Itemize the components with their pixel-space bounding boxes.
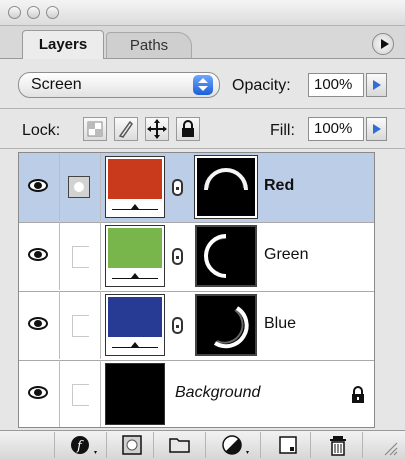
fill-layer-icon	[108, 201, 162, 215]
link-chain-icon[interactable]	[172, 179, 183, 196]
divider	[362, 432, 363, 458]
fill-field[interactable]: 100%	[308, 117, 364, 141]
mask-indicator-cell[interactable]	[60, 153, 101, 221]
all-lock-icon[interactable]	[176, 117, 200, 141]
layer-thumbnail[interactable]	[105, 225, 165, 287]
blend-mode-select[interactable]: Screen	[18, 72, 220, 98]
add-mask-icon[interactable]	[118, 433, 146, 457]
divider	[205, 432, 206, 458]
layer-mask-thumbnail[interactable]	[195, 225, 257, 287]
minimize-window-button[interactable]	[27, 6, 40, 19]
link-chain-icon[interactable]	[172, 248, 183, 265]
divider	[106, 432, 107, 458]
fill-label: Fill:	[270, 122, 295, 139]
move-lock-icon[interactable]	[145, 117, 169, 141]
layer-name: Blue	[264, 315, 297, 332]
divider	[260, 432, 261, 458]
divider	[153, 432, 154, 458]
layer-style-icon[interactable]: f	[68, 433, 97, 457]
eye-icon	[28, 386, 48, 399]
opacity-field[interactable]: 100%	[308, 73, 364, 97]
title-bar	[0, 0, 405, 26]
fill-layer-icon	[108, 339, 162, 353]
mask-indicator-cell[interactable]	[60, 360, 101, 427]
layer-row-green[interactable]: Green	[19, 222, 374, 292]
brush-indicator-icon	[72, 246, 89, 268]
layer-name: Green	[264, 246, 309, 263]
zoom-window-button[interactable]	[46, 6, 59, 19]
transparency-lock-icon[interactable]	[83, 117, 107, 141]
close-window-button[interactable]	[8, 6, 21, 19]
new-layer-icon[interactable]	[274, 433, 302, 457]
panel-menu-icon[interactable]	[372, 33, 394, 55]
tab-paths[interactable]: Paths	[106, 32, 192, 58]
blend-mode-arrows-icon[interactable]	[193, 75, 213, 95]
tab-layers[interactable]: Layers	[22, 30, 104, 59]
layer-thumbnail[interactable]	[105, 294, 165, 356]
eye-icon	[28, 248, 48, 261]
opacity-label: Opacity:	[232, 77, 291, 94]
opacity-slider-button[interactable]	[366, 73, 387, 97]
mask-indicator-cell[interactable]	[60, 222, 101, 290]
layer-row-background[interactable]: Background	[19, 360, 374, 427]
layer-thumbnail[interactable]	[105, 363, 165, 425]
layer-name: Red	[264, 177, 295, 194]
fill-color-swatch	[108, 228, 162, 268]
fill-slider-button[interactable]	[366, 117, 387, 141]
trash-icon[interactable]	[324, 433, 352, 457]
layer-row-red[interactable]: Red	[19, 153, 374, 223]
divider	[310, 432, 311, 458]
lock-label: Lock:	[22, 122, 61, 139]
layers-list: Red Green Blue Background	[18, 152, 375, 428]
visibility-toggle[interactable]	[19, 222, 60, 290]
fill-layer-icon	[108, 270, 162, 284]
visibility-toggle[interactable]	[19, 360, 60, 427]
eye-icon	[28, 317, 48, 330]
layer-mask-icon	[68, 176, 90, 198]
visibility-toggle[interactable]	[19, 291, 60, 359]
layer-mask-thumbnail[interactable]	[194, 155, 258, 219]
link-chain-icon[interactable]	[172, 317, 183, 334]
lock-icon	[352, 386, 364, 403]
divider	[0, 108, 405, 109]
new-group-icon[interactable]	[166, 433, 194, 457]
layer-thumbnail[interactable]	[105, 156, 165, 218]
brush-indicator-icon	[72, 315, 89, 337]
mask-indicator-cell[interactable]	[60, 291, 101, 359]
eye-icon	[28, 179, 48, 192]
brush-indicator-icon	[72, 384, 89, 406]
layer-row-blue[interactable]: Blue	[19, 291, 374, 361]
layer-name: Background	[175, 384, 261, 401]
layer-mask-thumbnail[interactable]	[195, 294, 257, 356]
divider	[54, 432, 55, 458]
fill-color-swatch	[108, 159, 162, 199]
divider	[0, 148, 405, 149]
resize-grip-icon[interactable]	[382, 440, 398, 456]
adjustment-layer-icon[interactable]	[220, 433, 249, 457]
fill-color-swatch	[108, 297, 162, 337]
visibility-toggle[interactable]	[19, 153, 60, 221]
brush-lock-icon[interactable]	[114, 117, 138, 141]
